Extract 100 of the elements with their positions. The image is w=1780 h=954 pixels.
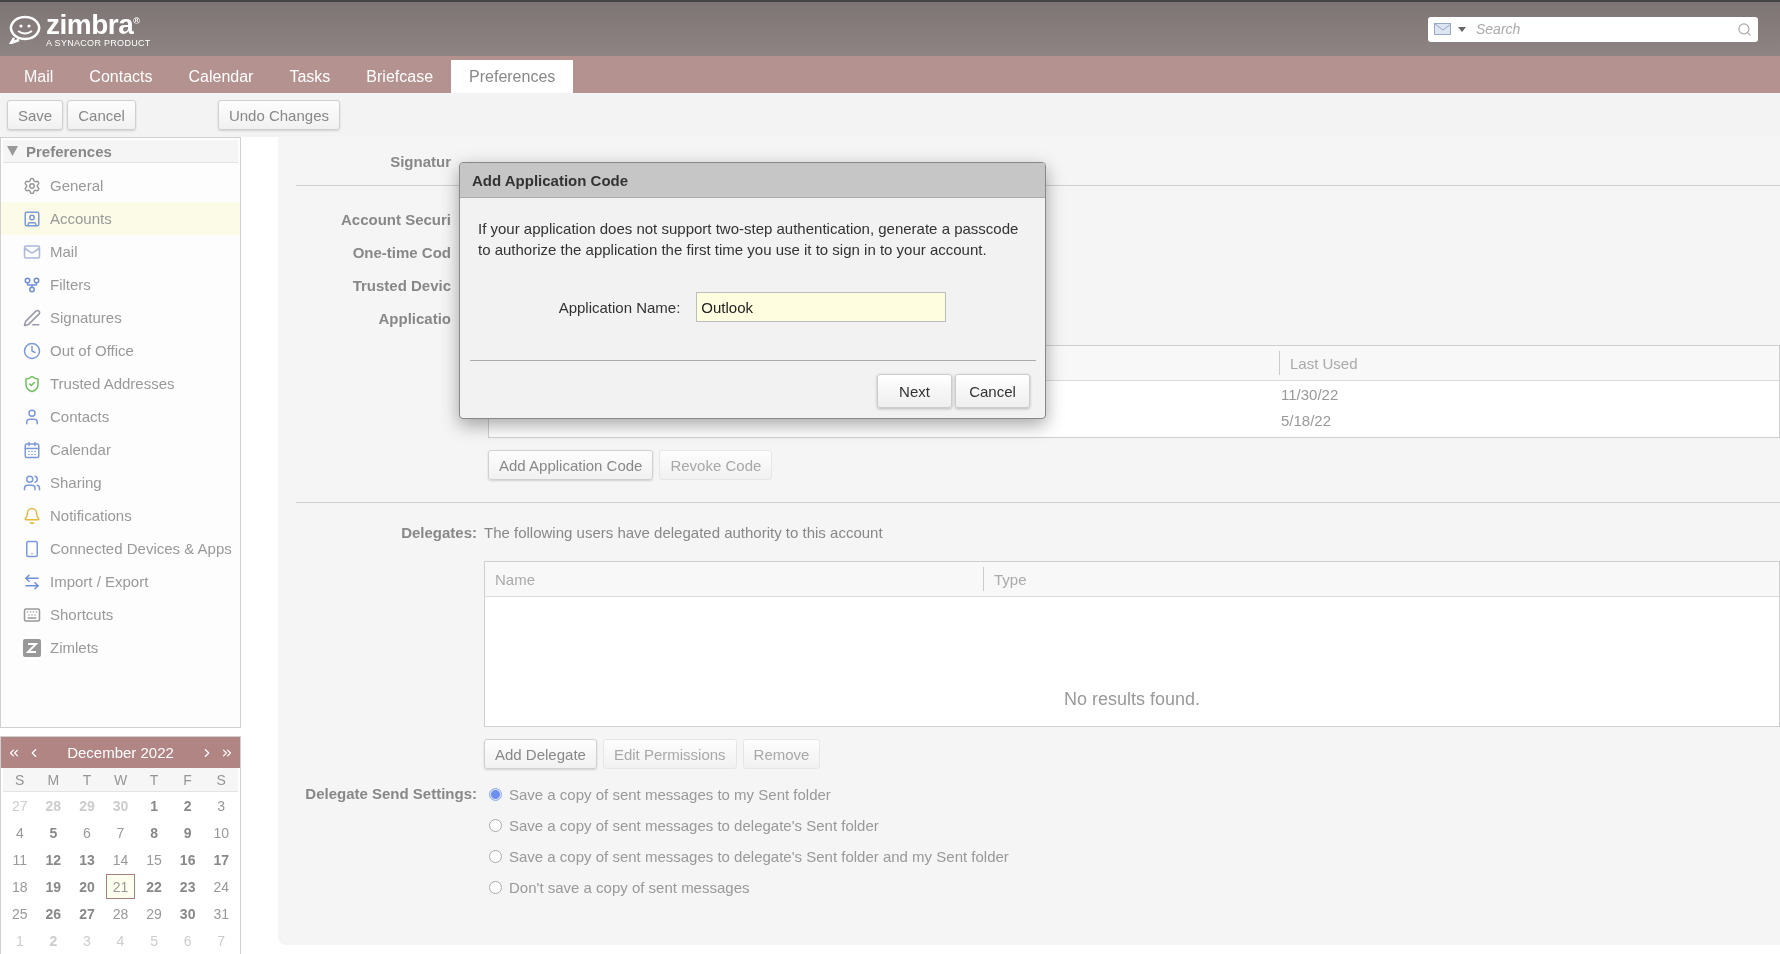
radio-option[interactable]: Save a copy of sent messages to my Sent folder: [484, 779, 1009, 810]
calendar-day[interactable]: 31: [206, 901, 236, 926]
save-button[interactable]: Save: [7, 100, 64, 130]
calendar-day[interactable]: 24: [206, 874, 236, 899]
cancel-button[interactable]: Cancel: [67, 100, 136, 130]
field-label: Delegates:: [400, 523, 478, 541]
clock-icon: [23, 341, 41, 360]
field-label: Account Securi: [339, 210, 452, 228]
calendar-day[interactable]: 8: [139, 820, 169, 845]
calendar-day[interactable]: 11: [5, 847, 35, 872]
table-cell-text: 11/30/22: [1281, 384, 1339, 405]
calendar-day[interactable]: 29: [139, 901, 169, 926]
sidebar-item[interactable]: Connected Devices & Apps: [1, 532, 240, 565]
calendar-day[interactable]: 12: [38, 847, 69, 872]
app-tab[interactable]: Mail: [6, 60, 72, 93]
calendar-day[interactable]: 1: [139, 793, 169, 818]
field-label: Trusted Devic: [351, 277, 452, 294]
sidebar-item[interactable]: Shortcuts: [1, 598, 240, 631]
column-header[interactable]: Type: [983, 567, 1027, 591]
keyboard-icon: [23, 605, 41, 624]
sidebar-item[interactable]: Out of Office: [1, 334, 240, 367]
calendar-day[interactable]: 15: [139, 847, 169, 872]
search-field[interactable]: Search: [1428, 16, 1758, 42]
search-icon[interactable]: [1737, 21, 1752, 37]
calendar-day[interactable]: 25: [5, 901, 35, 926]
delegates-description: The following users have delegated authority to this account: [484, 523, 883, 541]
radio-button[interactable]: [489, 850, 502, 863]
weekday-label: S: [204, 768, 238, 792]
cancel-button[interactable]: Cancel: [955, 374, 1030, 408]
calendar-day[interactable]: 16: [172, 847, 203, 872]
sidebar-item-label: Notifications: [50, 507, 132, 524]
sidebar-item[interactable]: General: [1, 169, 240, 202]
gear-icon: [23, 176, 41, 195]
field-label: One-time Cod: [351, 244, 452, 261]
dialog-title: Add Application Code: [460, 163, 1045, 198]
radio-label: Save a copy of sent messages to my Sent folder: [509, 786, 831, 803]
undo-changes-button[interactable]: Undo Changes: [217, 100, 340, 130]
calendar-day[interactable]: 20: [72, 874, 102, 899]
sidebar-item[interactable]: Filters: [1, 268, 240, 301]
arrows-icon: [23, 572, 41, 591]
calendar-day[interactable]: 2: [172, 793, 203, 818]
weekday-label: T: [137, 768, 171, 792]
calendar-day[interactable]: 18: [5, 874, 35, 899]
next-button[interactable]: Next: [877, 374, 952, 408]
calendar-day[interactable]: 4: [5, 820, 35, 845]
calendar-day[interactable]: 23: [172, 874, 203, 899]
column-header[interactable]: Last Used: [1279, 351, 1358, 375]
calendar-day[interactable]: 14: [105, 847, 136, 872]
app-tab[interactable]: Contacts: [71, 60, 171, 93]
field-label: Delegate Send Settings:: [304, 784, 478, 802]
calendar-day[interactable]: 10: [206, 820, 236, 845]
radio-option[interactable]: Save a copy of sent messages to delegate's Sent folder: [484, 810, 1009, 841]
sidebar-item[interactable]: Zimlets: [1, 631, 240, 664]
calendar-day[interactable]: 19: [38, 874, 69, 899]
empty-message: No results found.: [1062, 688, 1202, 711]
calendar-day[interactable]: 13: [72, 847, 102, 872]
sidebar-item[interactable]: Signatures: [1, 301, 240, 334]
sidebar-item[interactable]: Contacts: [1, 400, 240, 433]
sidebar-item[interactable]: Calendar: [1, 433, 240, 466]
radio-button[interactable]: [489, 819, 502, 832]
radio-button[interactable]: [489, 881, 502, 894]
calendar-day[interactable]: 9: [172, 820, 203, 845]
calendar-day[interactable]: 3: [206, 793, 236, 818]
envelope-caret-icon[interactable]: [1434, 22, 1468, 36]
sidebar-item[interactable]: Notifications: [1, 499, 240, 532]
sidebar-item[interactable]: Accounts: [1, 202, 240, 235]
calendar-day[interactable]: 22: [139, 874, 169, 899]
radio-option[interactable]: Don't save a copy of sent messages: [484, 872, 1009, 903]
tree-header[interactable]: Preferences: [3, 140, 238, 163]
calendar-day[interactable]: 17: [206, 847, 236, 872]
field-label: Applicatio: [377, 310, 452, 327]
sidebar-item-label: Mail: [50, 243, 78, 260]
column-header[interactable]: Name: [485, 567, 983, 591]
person-icon: [23, 407, 41, 426]
sidebar-item[interactable]: Sharing: [1, 466, 240, 499]
sidebar-item-label: Connected Devices & Apps: [50, 540, 232, 557]
application-name-input[interactable]: Outlook: [696, 292, 947, 322]
calendar-day[interactable]: 27: [72, 901, 102, 926]
sidebar-item[interactable]: Mail: [1, 235, 240, 268]
app-tab[interactable]: Tasks: [271, 60, 349, 93]
sidebar-item-label: Contacts: [50, 408, 110, 425]
sidebar-item[interactable]: Import / Export: [1, 565, 240, 598]
shield-icon: [23, 374, 41, 393]
app-tab[interactable]: Calendar: [170, 60, 272, 93]
sidebar-item[interactable]: Trusted Addresses: [1, 367, 240, 400]
weekday-label: M: [36, 768, 71, 792]
expand-triangle-icon[interactable]: [7, 146, 18, 156]
calendar-day[interactable]: 21: [105, 874, 136, 899]
add-delegate-button[interactable]: Add Delegate: [484, 739, 597, 769]
app-tab[interactable]: Briefcase: [348, 60, 452, 93]
calendar-day[interactable]: 5: [38, 820, 69, 845]
app-tab[interactable]: Preferences: [451, 60, 574, 93]
radio-button[interactable]: [489, 788, 502, 801]
calendar-day[interactable]: 30: [172, 901, 203, 926]
calendar-day[interactable]: 7: [105, 820, 136, 845]
calendar-day[interactable]: 6: [72, 820, 102, 845]
calendar-day[interactable]: 28: [105, 901, 136, 926]
add-application-code-button[interactable]: Add Application Code: [488, 450, 654, 480]
calendar-day[interactable]: 26: [38, 901, 69, 926]
radio-option[interactable]: Save a copy of sent messages to delegate's Sent folder and my Sent folder: [484, 841, 1009, 872]
